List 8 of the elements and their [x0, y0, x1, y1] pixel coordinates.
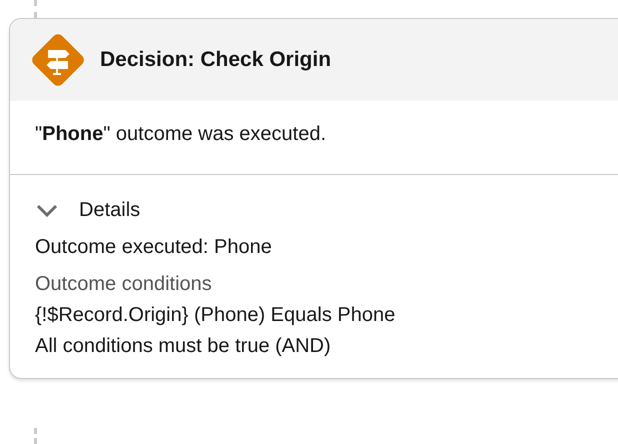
condition-logic: All conditions must be true (AND): [35, 335, 332, 358]
outcome-summary: "Phone" outcome was executed.: [35, 123, 326, 145]
conditions-heading: Outcome conditions: [35, 273, 213, 296]
details-toggle[interactable]: Details: [35, 199, 140, 222]
card-title: Decision: Check Origin: [100, 48, 332, 72]
chevron-icon: [35, 202, 59, 218]
condition-text: {!$Record.Origin} (Phone) Equals Phone: [35, 304, 396, 327]
outcome-executed: Outcome executed: Phone: [35, 236, 273, 259]
